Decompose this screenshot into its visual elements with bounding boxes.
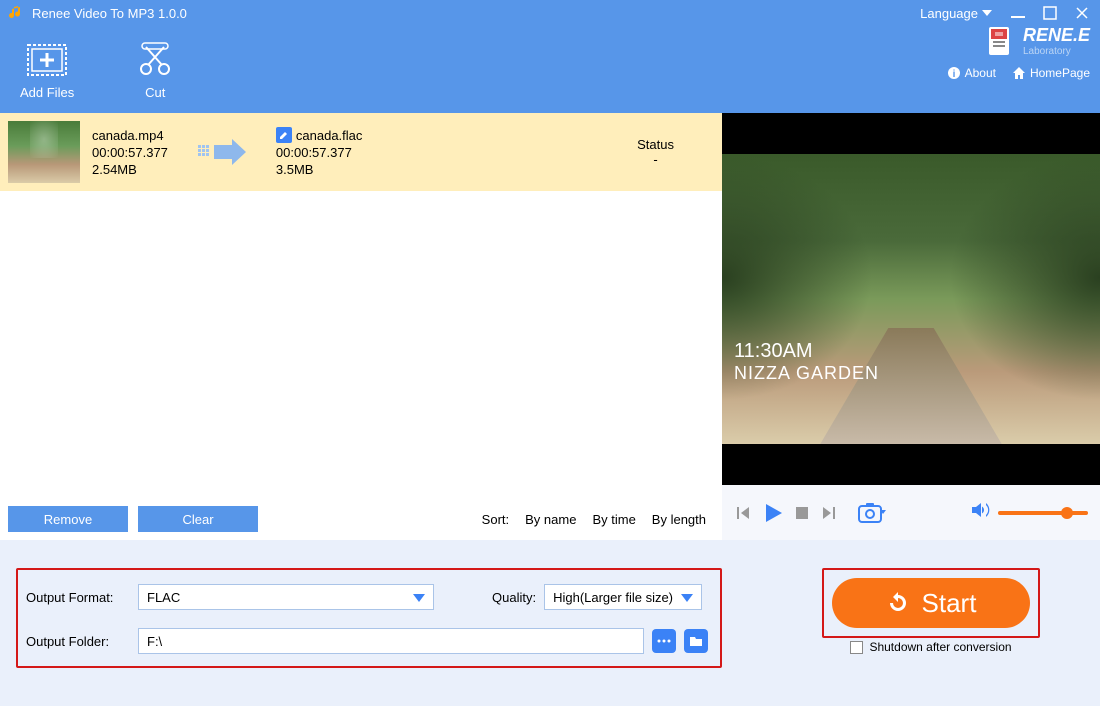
svg-text:i: i	[952, 69, 955, 80]
sort-by-time[interactable]: By time	[592, 512, 635, 527]
folder-row: Output Folder:	[26, 628, 712, 654]
start-label: Start	[922, 588, 977, 619]
more-button[interactable]	[652, 629, 676, 653]
remove-button[interactable]: Remove	[8, 506, 128, 532]
info-icon: i	[947, 66, 961, 80]
sort-by-length[interactable]: By length	[652, 512, 706, 527]
cut-button[interactable]: Cut	[134, 39, 176, 100]
format-dropdown[interactable]: FLAC	[138, 584, 434, 610]
source-duration: 00:00:57.377	[92, 145, 168, 160]
output-size: 3.5MB	[276, 162, 363, 177]
chevron-down-icon	[982, 10, 992, 16]
output-duration: 00:00:57.377	[276, 145, 363, 160]
source-info: canada.mp4 00:00:57.377 2.54MB	[92, 128, 168, 177]
arrow-icon	[198, 137, 246, 167]
start-area: Start	[822, 568, 1040, 638]
homepage-label: HomePage	[1030, 66, 1090, 80]
quality-label: Quality:	[492, 590, 536, 605]
add-files-icon	[26, 39, 68, 81]
sort-label: Sort:	[482, 512, 509, 527]
chevron-down-icon	[413, 590, 425, 605]
edit-icon[interactable]	[276, 127, 292, 143]
status-value: -	[637, 152, 674, 167]
shutdown-checkbox[interactable]: Shutdown after conversion	[850, 640, 1011, 654]
folder-input[interactable]	[138, 628, 644, 654]
video-location: NIZZA GARDEN	[734, 363, 879, 384]
sort-by-name[interactable]: By name	[525, 512, 576, 527]
bottom-panel: Output Format: FLAC Quality: High(Larger…	[0, 540, 1100, 706]
brand-links: i About HomePage	[947, 66, 1090, 80]
titlebar: Renee Video To MP3 1.0.0 Language	[0, 0, 1100, 26]
about-label: About	[965, 66, 996, 80]
main-area: canada.mp4 00:00:57.377 2.54MB canada.fl…	[0, 113, 1100, 540]
app-title: Renee Video To MP3 1.0.0	[32, 6, 920, 21]
checkbox-icon	[850, 641, 863, 654]
play-button[interactable]	[762, 502, 784, 524]
video-overlay: 11:30AM NIZZA GARDEN	[734, 340, 879, 384]
brand-logo-icon	[979, 21, 1019, 61]
player-controls	[722, 485, 1100, 540]
cut-label: Cut	[145, 85, 165, 100]
add-files-button[interactable]: Add Files	[20, 39, 74, 100]
file-thumbnail	[8, 121, 80, 183]
video-frame: 11:30AM NIZZA GARDEN	[722, 154, 1100, 444]
preview-panel: 11:30AM NIZZA GARDEN	[722, 113, 1100, 540]
window-controls	[1008, 3, 1092, 23]
preview-video: 11:30AM NIZZA GARDEN	[722, 113, 1100, 485]
volume-area	[970, 501, 1088, 524]
snapshot-button[interactable]	[858, 502, 886, 524]
status-column: Status -	[637, 137, 674, 167]
file-list: canada.mp4 00:00:57.377 2.54MB canada.fl…	[0, 113, 722, 540]
brand-sub: Laboratory	[1023, 46, 1090, 57]
brand-area: RENE.E Laboratory	[979, 21, 1090, 61]
format-value: FLAC	[147, 590, 180, 605]
output-filename: canada.flac	[296, 128, 363, 143]
file-row[interactable]: canada.mp4 00:00:57.377 2.54MB canada.fl…	[0, 113, 722, 191]
format-row: Output Format: FLAC Quality: High(Larger…	[26, 584, 712, 610]
sort-area: Sort: By name By time By length	[482, 512, 706, 527]
titlebar-controls: Language	[920, 3, 1092, 23]
volume-slider[interactable]	[998, 511, 1088, 515]
minimize-button[interactable]	[1008, 3, 1028, 23]
status-label: Status	[637, 137, 674, 152]
clear-button[interactable]: Clear	[138, 506, 258, 532]
start-button[interactable]: Start	[832, 578, 1030, 628]
brand-name: RENE.E	[1023, 25, 1090, 46]
toolbar: Add Files Cut RENE.E Laboratory i About …	[0, 26, 1100, 113]
app-icon	[8, 5, 24, 21]
prev-button[interactable]	[734, 504, 752, 522]
next-button[interactable]	[820, 504, 838, 522]
add-files-label: Add Files	[20, 85, 74, 100]
maximize-button[interactable]	[1040, 3, 1060, 23]
close-button[interactable]	[1072, 3, 1092, 23]
folder-label: Output Folder:	[26, 634, 130, 649]
output-info: canada.flac 00:00:57.377 3.5MB	[276, 127, 363, 177]
refresh-icon	[886, 591, 910, 615]
shutdown-label: Shutdown after conversion	[869, 640, 1011, 654]
homepage-link[interactable]: HomePage	[1012, 66, 1090, 80]
chevron-down-icon	[681, 590, 693, 605]
list-footer: Remove Clear Sort: By name By time By le…	[8, 506, 714, 532]
about-link[interactable]: i About	[947, 66, 996, 80]
home-icon	[1012, 66, 1026, 80]
quality-value: High(Larger file size)	[553, 590, 673, 605]
quality-dropdown[interactable]: High(Larger file size)	[544, 584, 702, 610]
cut-icon	[134, 39, 176, 81]
stop-button[interactable]	[794, 505, 810, 521]
browse-folder-button[interactable]	[684, 629, 708, 653]
format-label: Output Format:	[26, 590, 130, 605]
output-settings: Output Format: FLAC Quality: High(Larger…	[16, 568, 722, 668]
video-time: 11:30AM	[734, 340, 879, 363]
language-label: Language	[920, 6, 978, 21]
volume-icon[interactable]	[970, 501, 990, 524]
language-button[interactable]: Language	[920, 6, 992, 21]
source-filename: canada.mp4	[92, 128, 168, 143]
source-size: 2.54MB	[92, 162, 168, 177]
